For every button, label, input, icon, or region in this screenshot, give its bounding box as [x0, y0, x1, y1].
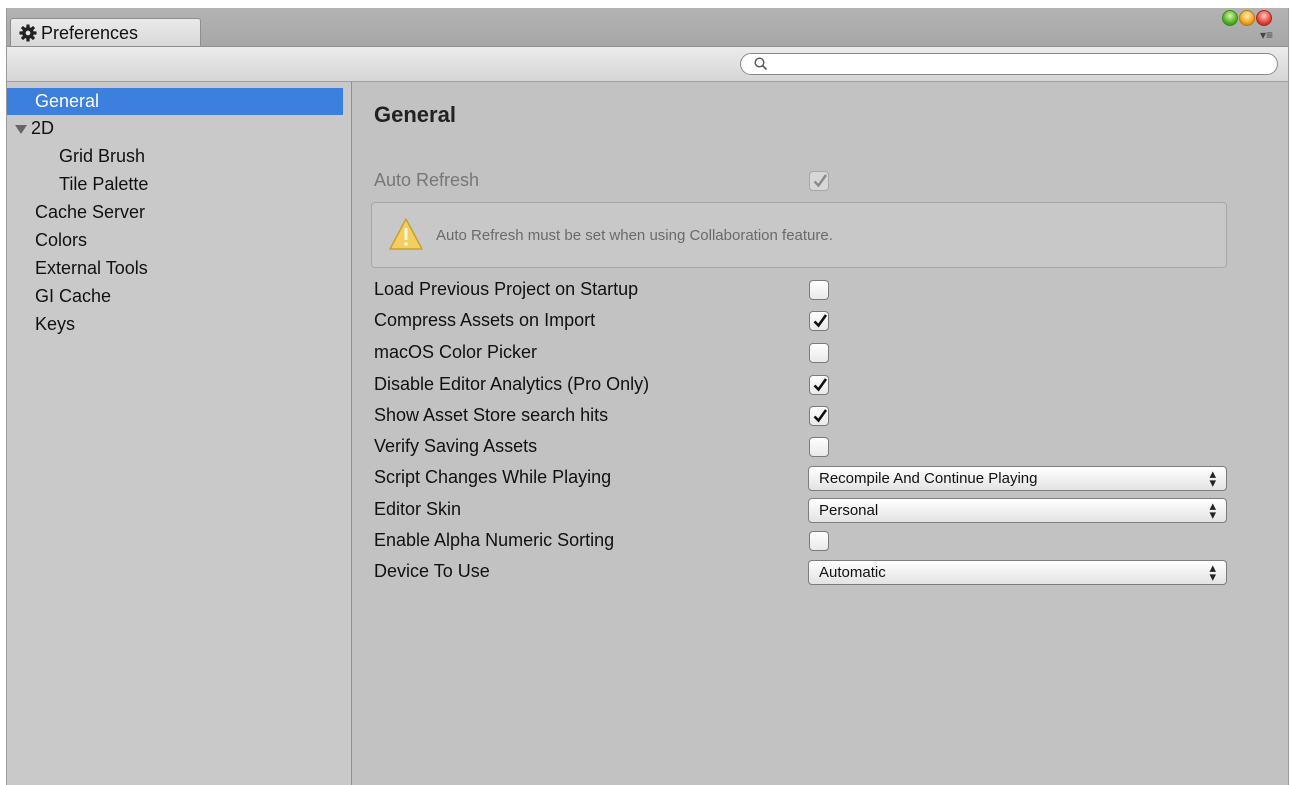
search-icon [754, 57, 768, 71]
sidebar: General 2D Grid Brush Tile Palette Cache… [7, 82, 352, 785]
sidebar-item-label: Keys [35, 314, 76, 334]
device-to-use-dropdown[interactable]: Automatic ▴ ▾ [808, 560, 1227, 585]
load-previous-project-checkbox[interactable] [809, 280, 829, 300]
sidebar-item-label: Tile Palette [59, 174, 149, 194]
gear-icon [19, 24, 37, 42]
compress-assets-checkbox[interactable] [809, 311, 829, 331]
auto-refresh-checkbox[interactable] [809, 171, 829, 191]
device-to-use-label: Device To Use [374, 561, 490, 581]
checkmark-icon [813, 378, 828, 392]
updown-arrows-icon: ▴ ▾ [1209, 560, 1216, 584]
preferences-window: Preferences ▾≡ General 2D Grid Brush Til… [6, 8, 1289, 785]
macos-color-picker-checkbox[interactable] [809, 343, 829, 363]
verify-saving-assets-label: Verify Saving Assets [374, 436, 538, 456]
expand-triangle-icon[interactable] [15, 125, 27, 134]
editor-skin-label: Editor Skin [374, 499, 462, 519]
show-asset-store-hits-label: Show Asset Store search hits [374, 405, 609, 425]
dropdown-value: Personal [819, 502, 879, 519]
sidebar-item-2d[interactable]: 2D [7, 115, 343, 142]
checkmark-icon [813, 314, 828, 328]
sidebar-item-general[interactable]: General [7, 88, 343, 115]
close-button[interactable] [1256, 10, 1272, 26]
checkmark-icon [813, 174, 827, 188]
tab-title: Preferences [41, 23, 139, 43]
checkmark-icon [813, 409, 828, 423]
page-title: General [374, 102, 456, 127]
script-changes-label: Script Changes While Playing [374, 467, 612, 487]
warning-help-box: Auto Refresh must be set when using Coll… [371, 202, 1227, 268]
sidebar-item-label: External Tools [35, 258, 148, 278]
search-toolbar [7, 47, 1288, 82]
sidebar-item-label: Cache Server [35, 202, 146, 222]
window-controls: ▾≡ [1220, 10, 1284, 44]
warning-message: Auto Refresh must be set when using Coll… [436, 227, 833, 244]
preferences-tab[interactable]: Preferences [10, 18, 201, 46]
sidebar-item-label: Grid Brush [59, 146, 146, 166]
settings-panel: General Auto Refresh Auto Refresh must b… [352, 82, 1288, 785]
disable-editor-analytics-checkbox[interactable] [809, 375, 829, 395]
dropdown-value: Automatic [819, 564, 886, 581]
sidebar-item-label: General [35, 91, 100, 111]
alpha-numeric-sorting-checkbox[interactable] [809, 531, 829, 551]
dropdown-value: Recompile And Continue Playing [819, 470, 1038, 487]
sidebar-item-label: Colors [35, 230, 88, 250]
sidebar-item-gi-cache[interactable]: GI Cache [7, 283, 343, 310]
sidebar-item-tile-palette[interactable]: Tile Palette [7, 171, 343, 198]
sidebar-item-colors[interactable]: Colors [7, 227, 343, 254]
verify-saving-assets-checkbox[interactable] [809, 437, 829, 457]
sidebar-item-cache-server[interactable]: Cache Server [7, 199, 343, 226]
warning-icon [389, 218, 423, 250]
show-asset-store-hits-checkbox[interactable] [809, 406, 829, 426]
sidebar-item-label: GI Cache [35, 286, 112, 306]
sidebar-item-external-tools[interactable]: External Tools [7, 255, 343, 282]
script-changes-dropdown[interactable]: Recompile And Continue Playing ▴ ▾ [808, 466, 1227, 491]
updown-arrows-icon: ▴ ▾ [1209, 498, 1216, 522]
editor-skin-dropdown[interactable]: Personal ▴ ▾ [808, 498, 1227, 523]
sidebar-item-grid-brush[interactable]: Grid Brush [7, 143, 343, 170]
search-input[interactable] [740, 53, 1278, 75]
minimize-button[interactable] [1239, 10, 1255, 26]
auto-refresh-label: Auto Refresh [374, 170, 480, 190]
maximize-button[interactable] [1222, 10, 1238, 26]
sidebar-item-keys[interactable]: Keys [7, 311, 343, 338]
compress-assets-label: Compress Assets on Import [374, 310, 596, 330]
macos-color-picker-label: macOS Color Picker [374, 342, 538, 362]
tab-bar: Preferences ▾≡ [7, 8, 1288, 47]
load-previous-project-label: Load Previous Project on Startup [374, 279, 639, 299]
sidebar-item-label: 2D [31, 118, 55, 138]
alpha-numeric-sorting-label: Enable Alpha Numeric Sorting [374, 530, 615, 550]
updown-arrows-icon: ▴ ▾ [1209, 466, 1216, 490]
menu-icon[interactable]: ▾≡ [1260, 29, 1273, 41]
disable-editor-analytics-label: Disable Editor Analytics (Pro Only) [374, 374, 650, 394]
